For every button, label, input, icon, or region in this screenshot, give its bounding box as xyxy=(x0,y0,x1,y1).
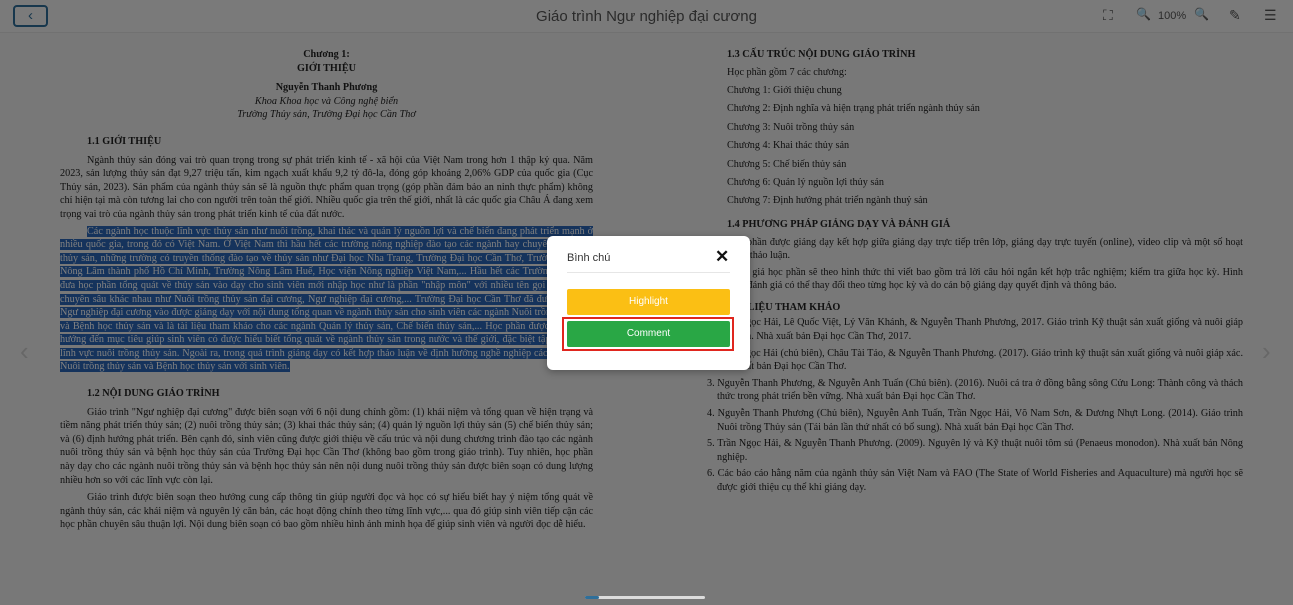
comment-button-focus-outline xyxy=(562,317,734,351)
reading-progress-bar xyxy=(585,596,705,599)
modal-divider xyxy=(567,272,730,273)
close-icon[interactable]: ✕ xyxy=(715,247,729,267)
reading-progress-fill xyxy=(585,596,600,599)
highlight-button[interactable]: Highlight xyxy=(567,289,730,315)
modal-title: Bình chú xyxy=(567,252,611,264)
